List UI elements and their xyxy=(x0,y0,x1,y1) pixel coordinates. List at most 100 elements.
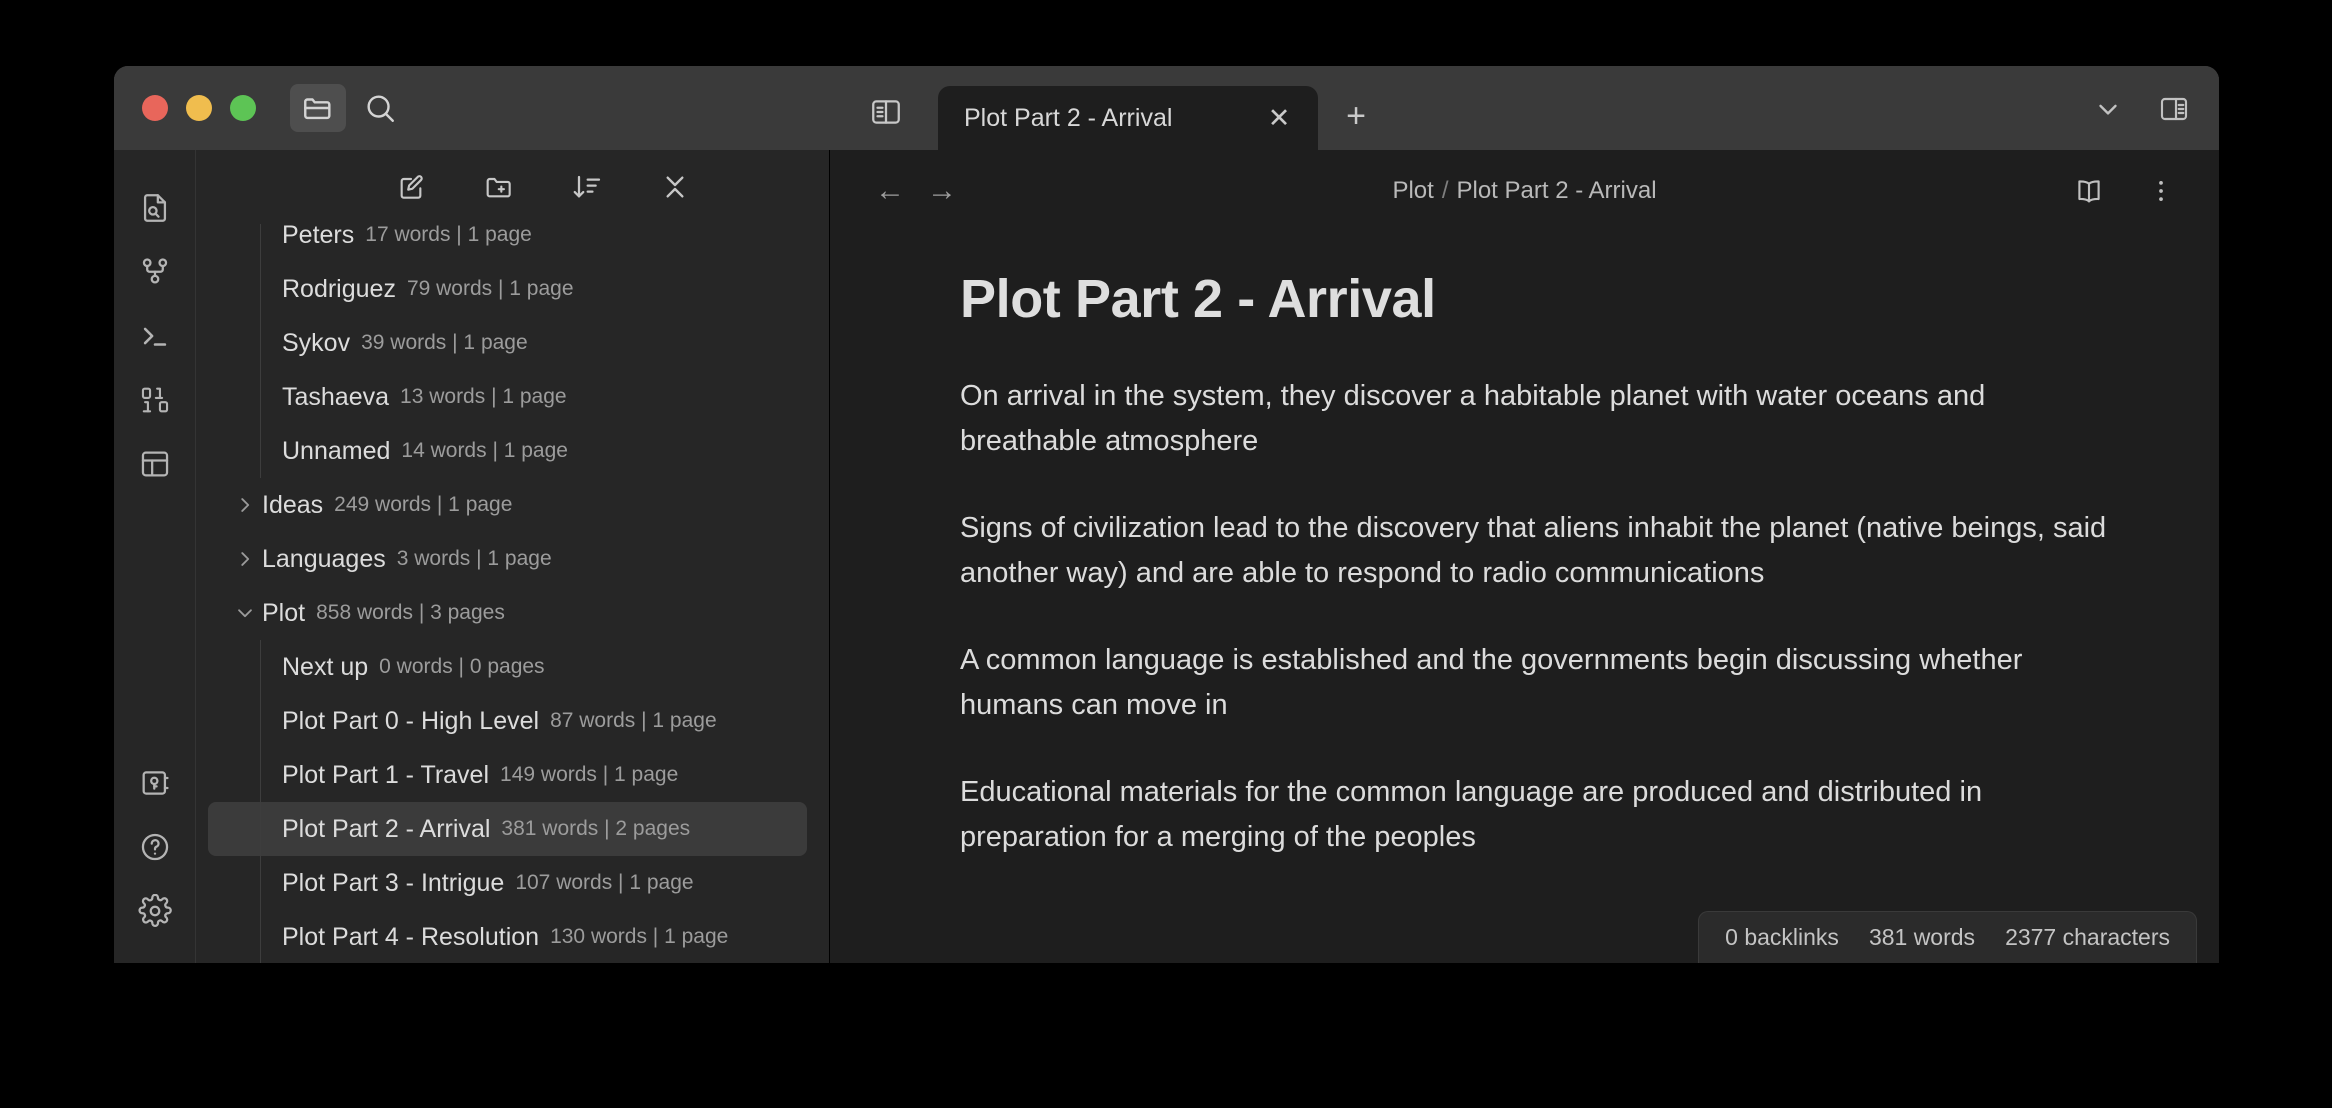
editor-pane: ← → Plot / Plot Part 2 - Arrival Plot Pa… xyxy=(830,150,2219,963)
breadcrumb-folder[interactable]: Plot xyxy=(1392,177,1433,204)
tree-item-meta: 39 words | 1 page xyxy=(361,331,528,354)
search-button[interactable] xyxy=(352,84,408,132)
tree-item-meta: 13 words | 1 page xyxy=(400,385,567,408)
tree-item[interactable]: Peters 17 words | 1 page xyxy=(208,224,807,262)
tree-indent-guide xyxy=(260,370,261,424)
document-content[interactable]: Plot Part 2 - Arrival On arrival in the … xyxy=(830,232,2219,963)
tree-item-name: Unnamed xyxy=(282,436,391,465)
tree-item-meta: 107 words | 1 page xyxy=(515,871,694,894)
activity-rail xyxy=(114,150,196,963)
file-tree[interactable]: Peters 17 words | 1 page Rodriguez 79 words… xyxy=(196,224,829,963)
sort-icon xyxy=(571,171,603,203)
help-circle-icon xyxy=(138,830,172,864)
gear-icon xyxy=(137,894,172,928)
paragraph: A common language is established and the… xyxy=(960,643,2023,721)
files-button[interactable] xyxy=(290,84,346,132)
more-vertical-icon xyxy=(2146,176,2176,206)
search-icon xyxy=(363,91,397,125)
reading-mode-button[interactable] xyxy=(2067,169,2111,213)
breadcrumb-note[interactable]: Plot Part 2 - Arrival xyxy=(1456,177,1656,204)
more-options-button[interactable] xyxy=(2139,169,2183,213)
tree-item-meta: 858 words | 3 pages xyxy=(316,601,505,624)
tree-item[interactable]: Plot 858 words | 3 pages xyxy=(208,586,807,640)
title-bar-right: Plot Part 2 - Arrival ✕ + xyxy=(830,66,2219,150)
binary-icon xyxy=(138,383,172,417)
tree-item[interactable]: Plot Part 1 - Travel 149 words | 1 page xyxy=(208,748,807,802)
chevron-right-icon[interactable] xyxy=(228,494,262,516)
tree-item-name: Plot Part 4 - Resolution xyxy=(282,922,540,951)
close-window-button[interactable] xyxy=(142,95,168,121)
new-tab-button[interactable]: + xyxy=(1328,88,1384,144)
rail-item-layout[interactable] xyxy=(123,432,187,496)
rail-item-terminal[interactable] xyxy=(123,304,187,368)
file-explorer-sidebar: Peters 17 words | 1 page Rodriguez 79 words… xyxy=(196,150,830,963)
paragraph: Educational materials for the common lan… xyxy=(960,775,1983,853)
breadcrumb-separator: / xyxy=(1441,177,1449,204)
tree-item-name: Plot Part 1 - Travel xyxy=(282,760,490,789)
tree-item[interactable]: Languages 3 words | 1 page xyxy=(208,532,807,586)
tree-item-meta: 249 words | 1 page xyxy=(334,493,513,516)
tree-item-name: Sykov xyxy=(282,328,351,357)
files-icon xyxy=(301,91,335,125)
new-note-button[interactable] xyxy=(388,164,434,210)
app-window: Plot Part 2 - Arrival ✕ + Peters 17 word… xyxy=(114,66,2219,963)
tree-indent-guide xyxy=(260,316,261,370)
tab-list-button[interactable] xyxy=(2085,88,2131,130)
new-folder-button[interactable] xyxy=(476,164,522,210)
new-note-icon xyxy=(395,171,427,203)
navigate-forward-button[interactable]: → xyxy=(916,165,968,217)
tree-item-name: Ideas xyxy=(262,490,324,519)
navigate-back-button[interactable]: ← xyxy=(864,165,916,217)
rail-item-binary[interactable] xyxy=(123,368,187,432)
tree-item-name: Rodriguez xyxy=(282,274,396,303)
toggle-right-sidebar-button[interactable] xyxy=(2151,88,2197,130)
tree-item-meta: 149 words | 1 page xyxy=(500,763,679,786)
tree-item-meta: 17 words | 1 page xyxy=(365,224,532,246)
tree-indent-guide xyxy=(260,262,261,316)
tree-item-meta: 14 words | 1 page xyxy=(401,439,568,462)
tree-item[interactable]: Rodriguez 79 words | 1 page xyxy=(208,262,807,316)
tab-plot-part-2-arrival[interactable]: Plot Part 2 - Arrival ✕ xyxy=(938,86,1318,150)
tree-item[interactable]: Ideas 249 words | 1 page xyxy=(208,478,807,532)
rail-item-vault[interactable] xyxy=(123,751,187,815)
tree-item[interactable]: Sykov 39 words | 1 page xyxy=(208,316,807,370)
status-bar: 0 backlinks 381 words 2377 characters xyxy=(1698,911,2197,963)
tree-item-name: Peters xyxy=(282,224,355,249)
tree-item-meta: 381 words | 2 pages xyxy=(501,817,691,840)
editor-header-actions xyxy=(2067,169,2183,213)
rail-item-settings[interactable] xyxy=(123,879,187,943)
tree-indent-guide xyxy=(260,802,261,856)
paragraph: Signs of civilization lead to the discov… xyxy=(960,511,2107,589)
tree-item[interactable]: Plot Part 2 - Arrival 381 words | 2 pages xyxy=(208,802,807,856)
tree-item[interactable]: Tashaeva 13 words | 1 page xyxy=(208,370,807,424)
tree-indent-guide xyxy=(260,640,261,694)
backlinks-count[interactable]: 0 backlinks xyxy=(1725,924,1839,951)
tree-item-meta: 87 words | 1 page xyxy=(550,709,717,732)
minimize-window-button[interactable] xyxy=(186,95,212,121)
toggle-left-sidebar-icon xyxy=(869,95,903,129)
tree-indent-guide xyxy=(260,910,261,963)
word-count: 381 words xyxy=(1868,924,1976,950)
tree-item[interactable]: Next up 0 words | 0 pages xyxy=(208,640,807,694)
rail-bottom-group xyxy=(123,751,187,963)
character-count: 2377 characters xyxy=(2005,924,2170,950)
tree-item[interactable]: Unnamed 14 words | 1 page xyxy=(208,424,807,478)
tree-item-name: Languages xyxy=(262,544,386,573)
tree-item[interactable]: Plot Part 0 - High Level 87 words | 1 pag… xyxy=(208,694,807,748)
toggle-left-sidebar-button[interactable] xyxy=(862,92,910,132)
close-tab-button[interactable]: ✕ xyxy=(1262,101,1296,135)
chevron-down-icon[interactable] xyxy=(228,602,262,624)
title-bar-left xyxy=(114,66,830,150)
tree-item[interactable]: Plot Part 3 - Intrigue 107 words | 1 page xyxy=(208,856,807,910)
rail-item-git-branch[interactable] xyxy=(123,240,187,304)
chevron-right-icon[interactable] xyxy=(228,548,262,570)
rail-item-file-search[interactable] xyxy=(123,176,187,240)
tree-item[interactable]: Plot Part 4 - Resolution 130 words | 1 pa… xyxy=(208,910,807,963)
tree-item-name: Tashaeva xyxy=(282,382,390,411)
tree-item-name: Plot Part 2 - Arrival xyxy=(282,814,491,843)
rail-item-help[interactable] xyxy=(123,815,187,879)
tree-item-meta: 130 words | 1 page xyxy=(550,925,729,948)
zoom-window-button[interactable] xyxy=(230,95,256,121)
sort-order-button[interactable] xyxy=(564,164,610,210)
collapse-all-button[interactable] xyxy=(652,164,698,210)
